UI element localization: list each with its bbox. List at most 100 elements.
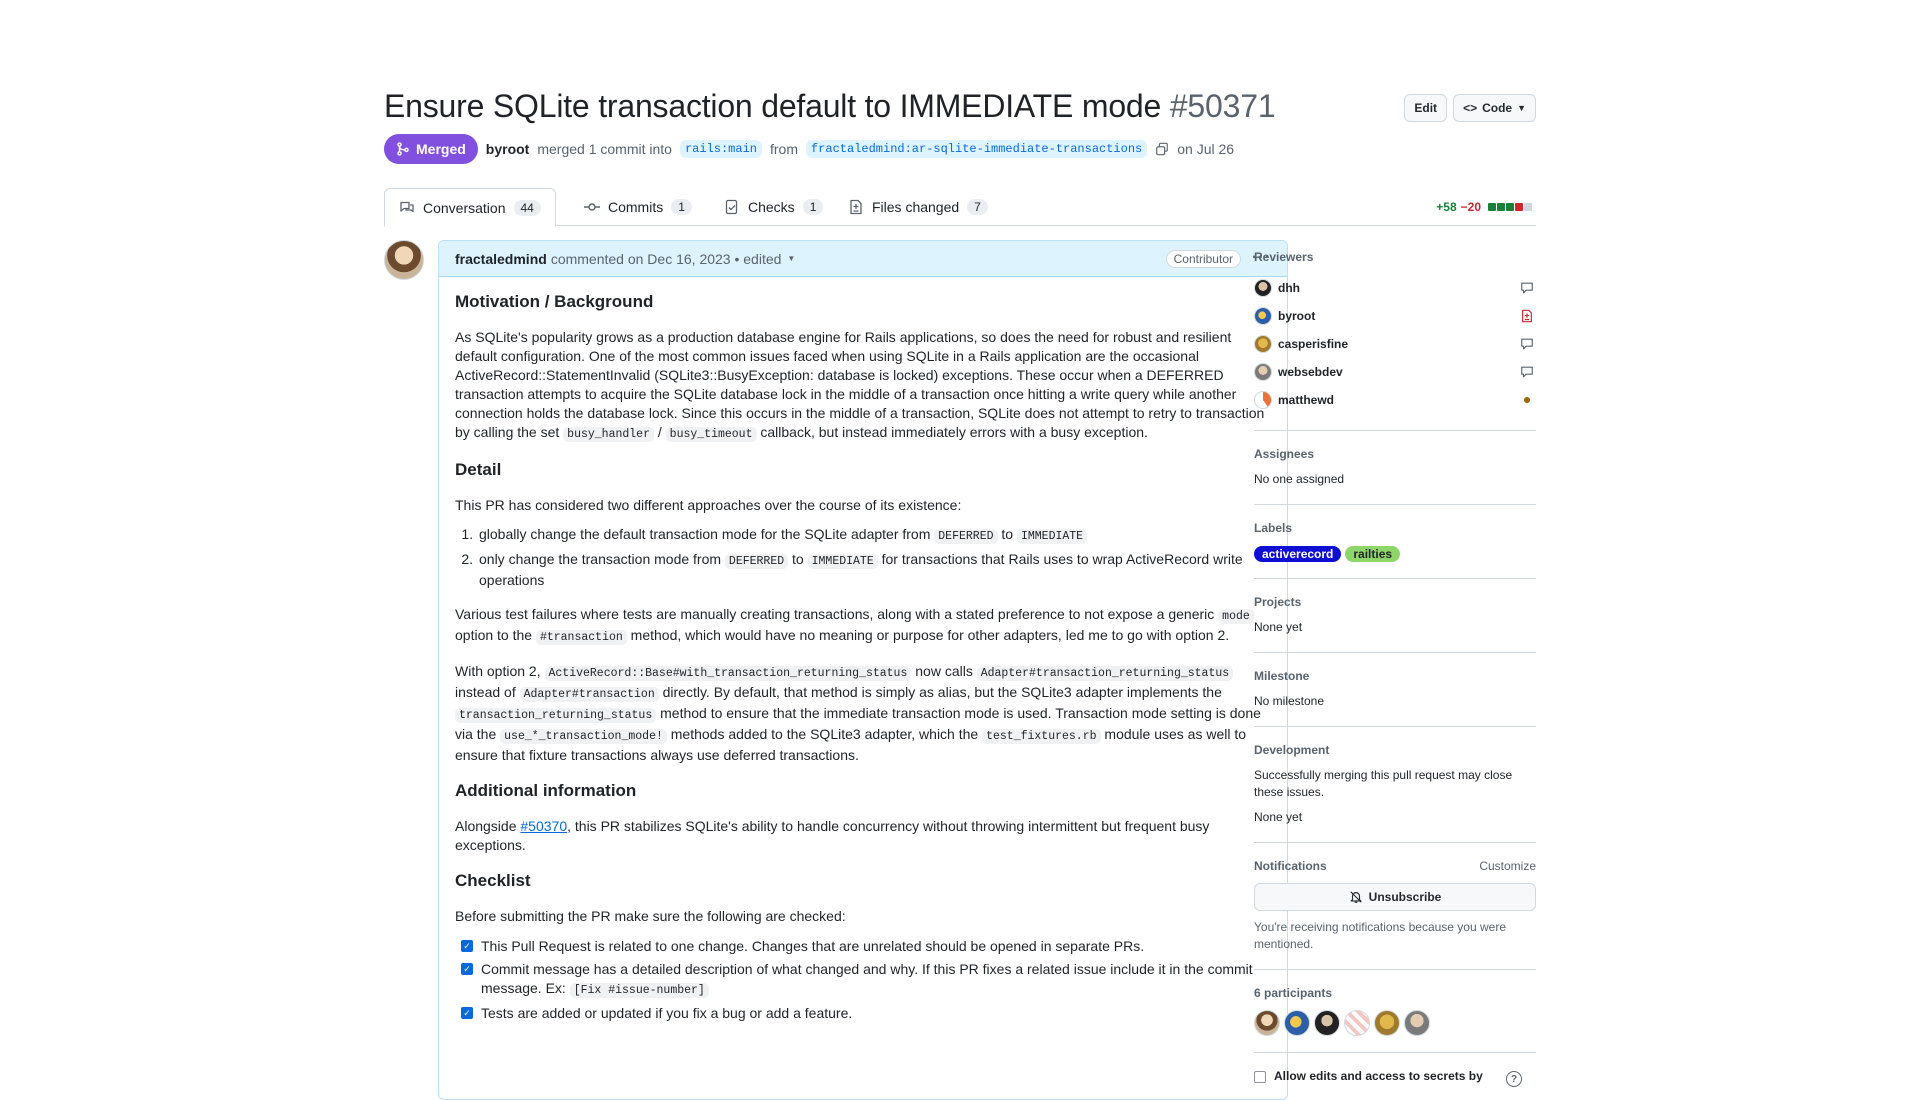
text: With option 2, [455,663,545,679]
participant-avatar[interactable] [1404,1010,1430,1036]
label-activerecord[interactable]: activerecord [1254,546,1342,562]
participant-avatar[interactable] [1314,1010,1340,1036]
head-branch[interactable]: fractaledmind:ar-sqlite-immediate-transa… [805,140,1148,158]
page-title: Ensure SQLite transaction default to IMM… [384,88,1276,125]
edited-dropdown-caret-icon[interactable]: ▼ [787,254,795,263]
merged-status-badge: Merged [384,134,478,164]
text: methods added to the SQLite3 adapter, wh… [666,726,983,742]
text: method, which would have no meaning or p… [626,627,1230,643]
task-checkbox[interactable]: ✓ [461,1007,473,1019]
milestone-value: No milestone [1254,694,1325,708]
comment-icon [1521,366,1533,378]
reviewer-item[interactable]: matthewd [1254,386,1536,414]
text: to [997,526,1017,542]
comment-header: fractaledmind commented on Dec 16, 2023 … [439,241,1287,277]
assignees-title[interactable]: Assignees [1254,447,1536,461]
participants-title: 6 participants [1254,986,1333,1000]
pr-tabs: Conversation 44 Commits 1 Checks 1 Files… [384,188,1536,227]
inline-code: #transaction [535,630,627,645]
task-list: ✓ This Pull Request is related to one cha… [461,937,1271,1023]
task-checkbox[interactable]: ✓ [461,963,473,975]
paragraph-test-failures: Various test failures where tests are ma… [455,605,1271,647]
copy-icon[interactable] [1155,142,1169,156]
inline-code: Adapter#transaction [519,687,659,702]
participant-avatar[interactable] [1344,1010,1370,1036]
projects-title[interactable]: Projects [1254,595,1536,609]
bell-slash-icon [1350,891,1362,903]
tab-conversation[interactable]: Conversation 44 [384,188,556,227]
tab-files-changed-label: Files changed [872,199,960,215]
comment-discussion-icon [400,201,414,212]
participant-avatar[interactable] [1254,1010,1280,1036]
text: Various test failures where tests are ma… [455,606,1219,622]
comment-body: Motivation / Background As SQLite's popu… [439,277,1287,1041]
diff-block-del [1515,203,1523,211]
sidebar-notifications: Notifications Customize Unsubscribe You'… [1254,859,1536,970]
notifications-note: You're receiving notifications because y… [1254,920,1506,951]
title-actions: Edit <> Code ▼ [1404,94,1536,122]
diff-block-neutral [1524,203,1532,211]
task-checkbox[interactable]: ✓ [461,940,473,952]
labels-title[interactable]: Labels [1254,521,1536,535]
tab-commits-label: Commits [608,199,664,215]
checklist-icon [725,199,738,215]
reviewer-item[interactable]: websebdev [1254,358,1536,386]
reviewer-item[interactable]: casperisfine [1254,330,1536,358]
pr-sidebar: Reviewers dhh byroot casperisfine webseb… [1254,250,1536,1087]
development-value: None yet [1254,810,1303,824]
development-title[interactable]: Development [1254,743,1536,757]
paragraph-checklist-intro: Before submitting the PR make sure the f… [455,908,846,924]
text: now calls [911,663,977,679]
comment-icon [1521,338,1533,350]
reviewers-title[interactable]: Reviewers [1254,250,1536,264]
unsubscribe-button[interactable]: Unsubscribe [1254,883,1536,911]
code-button[interactable]: <> Code ▼ [1453,94,1536,122]
comment-author-link[interactable]: fractaledmind [455,251,547,267]
reviewer-name: websebdev [1278,365,1343,379]
task-list-item: ✓ Commit message has a detailed descripti… [461,960,1271,1000]
projects-value: None yet [1254,620,1303,634]
assignees-value: No one assigned [1254,472,1345,486]
inline-code: busy_timeout [665,427,757,442]
edit-button-label: Edit [1414,101,1438,115]
customize-link[interactable]: Customize [1479,859,1536,873]
base-branch[interactable]: rails:main [679,140,762,158]
edit-button[interactable]: Edit [1404,94,1448,122]
tab-checks[interactable]: Checks 1 [710,188,837,226]
allow-edits-checkbox[interactable] [1254,1071,1266,1083]
reviewer-item[interactable]: dhh [1254,274,1536,302]
paragraph-motivation: As SQLite's popularity grows as a produc… [455,328,1271,444]
tab-conversation-count: 44 [513,199,541,216]
participant-avatar[interactable] [1284,1010,1310,1036]
text: instead of [455,684,520,700]
diff-block-add [1506,203,1514,211]
options-list: globally change the default transaction … [477,525,1271,590]
text: Alongside [455,818,521,834]
question-icon[interactable]: ? [1506,1071,1522,1087]
sidebar-reviewers: Reviewers dhh byroot casperisfine webseb… [1254,250,1536,431]
merged-status-label: Merged [416,141,466,157]
git-merge-icon [397,142,409,156]
avatar [1254,335,1272,353]
participant-avatar[interactable] [1374,1010,1400,1036]
inline-code: DEFERRED [934,529,998,544]
text: directly. By default, that method is sim… [658,684,1222,700]
tab-commits[interactable]: Commits 1 [570,188,706,226]
reviewer-item[interactable]: byroot [1254,302,1536,330]
milestone-title[interactable]: Milestone [1254,669,1536,683]
pr-description-comment: fractaledmind commented on Dec 16, 2023 … [438,240,1288,1100]
tab-files-changed[interactable]: Files changed 7 [834,188,1002,226]
from-text: from [769,141,798,157]
merger-link[interactable]: byroot [486,141,530,157]
text: globally change the default transaction … [479,526,935,542]
pr-number: #50371 [1169,88,1276,124]
inline-code: ActiveRecord::Base#with_transaction_retu… [544,666,912,681]
issue-link[interactable]: #50370 [520,818,567,834]
label-railties[interactable]: railties [1345,546,1401,562]
sidebar-participants: 6 participants [1254,986,1536,1053]
avatar [1254,391,1272,409]
diff-additions: +58 [1436,200,1457,214]
sidebar-projects: Projects None yet [1254,595,1536,653]
heading-additional-information: Additional information [455,781,637,800]
comment-author-avatar[interactable] [384,240,424,280]
